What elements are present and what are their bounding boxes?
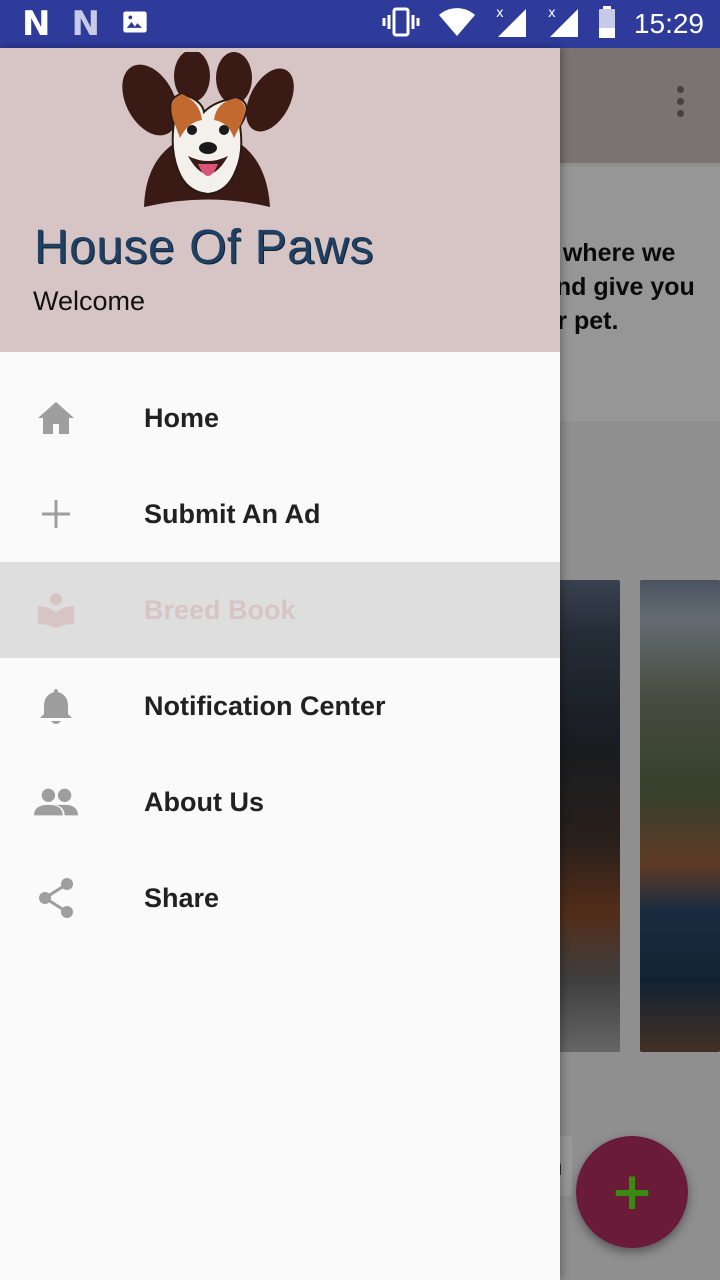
home-icon [34, 396, 78, 440]
book-icon [34, 588, 78, 632]
image-icon [121, 8, 149, 41]
vibrate-icon [382, 7, 420, 42]
netflix-n-icon: N [22, 4, 50, 44]
brand-title: House Of Paws [34, 221, 374, 274]
drawer-item-label: Notification Center [144, 691, 386, 721]
status-bar-left: N N [22, 6, 149, 42]
wifi-icon [438, 7, 476, 42]
drawer-item-notification-center[interactable]: Notification Center [0, 658, 560, 754]
drawer-item-label: Share [144, 883, 220, 913]
status-time: 15:29 [633, 8, 704, 39]
status-bar-right: x x 15:29 [382, 5, 704, 44]
signal-icon: x [494, 5, 528, 44]
netflix-n-icon: N [71, 4, 99, 44]
drawer-item-about-us[interactable]: About Us [0, 754, 560, 850]
signal-icon: x [546, 5, 580, 44]
drawer-menu: Home Submit An Ad Breed Book Notificatio… [0, 370, 560, 946]
svg-text:x: x [548, 6, 556, 21]
battery-icon [598, 5, 616, 43]
navigation-drawer: House Of Paws Welcome Home Submit An Ad … [0, 48, 560, 1280]
drawer-item-label: Home [144, 403, 220, 433]
drawer-item-submit-ad[interactable]: Submit An Ad [0, 466, 560, 562]
drawer-header: House Of Paws Welcome [0, 48, 560, 352]
drawer-item-breed-book[interactable]: Breed Book [0, 562, 560, 658]
paw-dog-logo [122, 52, 294, 207]
drawer-item-share[interactable]: Share [0, 850, 560, 946]
drawer-item-label: Breed Book [144, 595, 296, 625]
drawer-item-label: About Us [144, 787, 264, 817]
status-bar: N N x x 15:29 [0, 0, 720, 48]
people-icon [34, 780, 78, 824]
bell-icon [34, 684, 78, 728]
drawer-item-label: Submit An Ad [144, 499, 321, 529]
svg-text:x: x [496, 6, 504, 21]
add-fab-button[interactable]: + [576, 1136, 688, 1248]
welcome-text: Welcome [33, 286, 146, 316]
plus-icon [34, 492, 78, 536]
share-icon [34, 876, 78, 920]
drawer-item-home[interactable]: Home [0, 370, 560, 466]
